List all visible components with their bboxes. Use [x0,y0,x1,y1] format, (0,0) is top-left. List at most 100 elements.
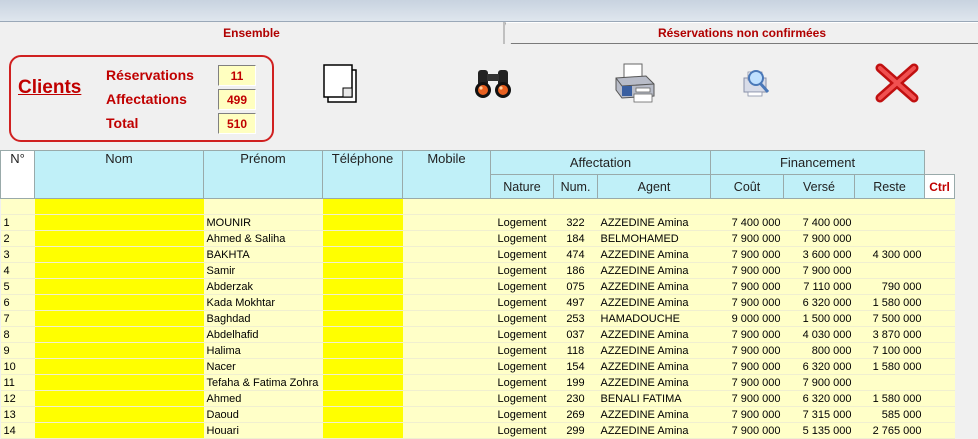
cell-nom-redacted [34,342,204,359]
cell-telephone-redacted [322,294,403,311]
reservations-label: Réservations [106,67,194,83]
cell-agent: AZZEDINE Amina [597,214,711,231]
cell-cout: 7 900 000 [710,278,784,295]
cell-nature: Logement [490,358,554,375]
cell-telephone-redacted [322,326,403,343]
tab-ensemble[interactable]: Ensemble [0,22,503,44]
cell-prenom: Halima [203,342,323,359]
col-header-reste[interactable]: Reste [853,174,926,199]
cell-nature: Logement [490,390,554,407]
cell-prenom: Ahmed & Saliha [203,230,323,247]
cell-ctrl [924,278,955,295]
table-row[interactable]: 7 Baghdad Logement 253 HAMADOUCHE 9 000 000 1 … [0,310,955,327]
cell-mobile [402,406,491,423]
cell-num: 13 [0,406,35,423]
cell-verse: 1 500 000 [783,310,855,327]
col-header-agent[interactable]: Agent [597,174,711,199]
col-header-cout[interactable]: Coût [710,174,784,199]
table-row[interactable]: 1 MOUNIR Logement 322 AZZEDINE Amina 7 400 00… [0,214,955,231]
cell-telephone-redacted [322,230,403,247]
cell-nature: Logement [490,374,554,391]
cell-nature: Logement [490,262,554,279]
cell-numero: 230 [553,390,598,407]
cell-agent: AZZEDINE Amina [597,374,711,391]
cell-verse: 7 315 000 [783,406,855,423]
col-header-numero[interactable]: Num. [553,174,598,199]
cell-numero: 154 [553,358,598,375]
cell-nature: Logement [490,278,554,295]
cell-nom-redacted [34,422,204,439]
table-row[interactable]: 13 Daoud Logement 269 AZZEDINE Amina 7 900 00… [0,406,955,423]
table-row[interactable]: 3 BAKHTA Logement 474 AZZEDINE Amina 7 900 00… [0,246,955,263]
table-row[interactable]: 6 Kada Mokhtar Logement 497 AZZEDINE Amina 7 … [0,294,955,311]
cell-ctrl [924,342,955,359]
cell-agent: AZZEDINE Amina [597,326,711,343]
table-row[interactable]: 9 Halima Logement 118 AZZEDINE Amina 7 900 00… [0,342,955,359]
cell-mobile [402,422,491,439]
col-header-mobile[interactable]: Mobile [402,150,491,199]
cell-telephone-redacted [322,422,403,439]
col-header-telephone[interactable]: Téléphone [322,150,403,199]
cell-num: 10 [0,358,35,375]
cell-reste [854,262,925,279]
cell-ctrl [924,262,955,279]
cell-reste [854,214,925,231]
cell-cout: 7 900 000 [710,246,784,263]
cell-num: 12 [0,390,35,407]
cell-ctrl [924,326,955,343]
print-preview-icon[interactable] [738,62,780,104]
col-header-nom[interactable]: Nom [34,150,204,199]
table-row[interactable]: 4 Samir Logement 186 AZZEDINE Amina 7 900 000… [0,262,955,279]
col-group-financement: Financement [709,150,926,175]
table-row[interactable]: 10 Nacer Logement 154 AZZEDINE Amina 7 900 00… [0,358,955,375]
tab-reservations-non-confirmees[interactable]: Réservations non confirmées [505,22,978,44]
cell-numero: 299 [553,422,598,439]
cell-numero: 253 [553,310,598,327]
cell-agent: AZZEDINE Amina [597,358,711,375]
cell-cout: 7 900 000 [710,374,784,391]
cell-numero: 118 [553,342,598,359]
cell-cout: 7 900 000 [710,358,784,375]
cell-verse: 7 900 000 [783,230,855,247]
col-header-nature[interactable]: Nature [490,174,554,199]
cell-prenom: Abdelhafid [203,326,323,343]
close-icon[interactable] [874,62,919,104]
printer-icon[interactable] [612,62,655,104]
col-header-num[interactable]: N° [0,150,35,199]
cell-nature: Logement [490,422,554,439]
table-row[interactable]: 14 Houari Logement 299 AZZEDINE Amina 7 900 0… [0,422,955,439]
table-row[interactable]: 12 Ahmed Logement 230 BENALI FATIMA 7 900 000… [0,390,955,407]
cell-reste: 585 000 [854,406,925,423]
cell-nom-redacted [34,374,204,391]
cell-reste: 1 580 000 [854,390,925,407]
cell-prenom: Daoud [203,406,323,423]
table-row[interactable]: 2 Ahmed & Saliha Logement 184 BELMOHAMED 7 90… [0,230,955,247]
cell-prenom: Abderzak [203,278,323,295]
cell-ctrl [924,294,955,311]
cell-prenom: Houari [203,422,323,439]
cell-agent: BELMOHAMED [597,230,711,247]
cell-prenom: MOUNIR [203,214,323,231]
cell-telephone-redacted [322,390,403,407]
cell-agent: AZZEDINE Amina [597,294,711,311]
cell-verse: 7 110 000 [783,278,855,295]
cell-nature: Logement [490,214,554,231]
new-document-icon[interactable] [320,62,362,104]
cell-verse: 7 400 000 [783,214,855,231]
binoculars-icon[interactable] [472,62,514,104]
cell-cout: 7 900 000 [710,326,784,343]
cell-telephone-redacted [322,358,403,375]
cell-reste: 790 000 [854,278,925,295]
clients-table: N° Nom Prénom Téléphone Mobile Affectati… [0,150,956,439]
tab-separator [503,22,505,44]
col-header-prenom[interactable]: Prénom [203,150,323,199]
cell-reste: 1 580 000 [854,358,925,375]
cell-nom-redacted [34,390,204,407]
cell-verse: 800 000 [783,342,855,359]
col-header-ctrl[interactable]: Ctrl [924,174,956,199]
table-row[interactable]: 11 Tefaha & Fatima Zohra Logement 199 AZZEDI… [0,374,955,391]
table-row[interactable]: 8 Abdelhafid Logement 037 AZZEDINE Amina 7 90… [0,326,955,343]
cell-cout: 7 900 000 [710,422,784,439]
table-row[interactable]: 5 Abderzak Logement 075 AZZEDINE Amina 7 900 … [0,278,955,295]
col-header-verse[interactable]: Versé [783,174,855,199]
